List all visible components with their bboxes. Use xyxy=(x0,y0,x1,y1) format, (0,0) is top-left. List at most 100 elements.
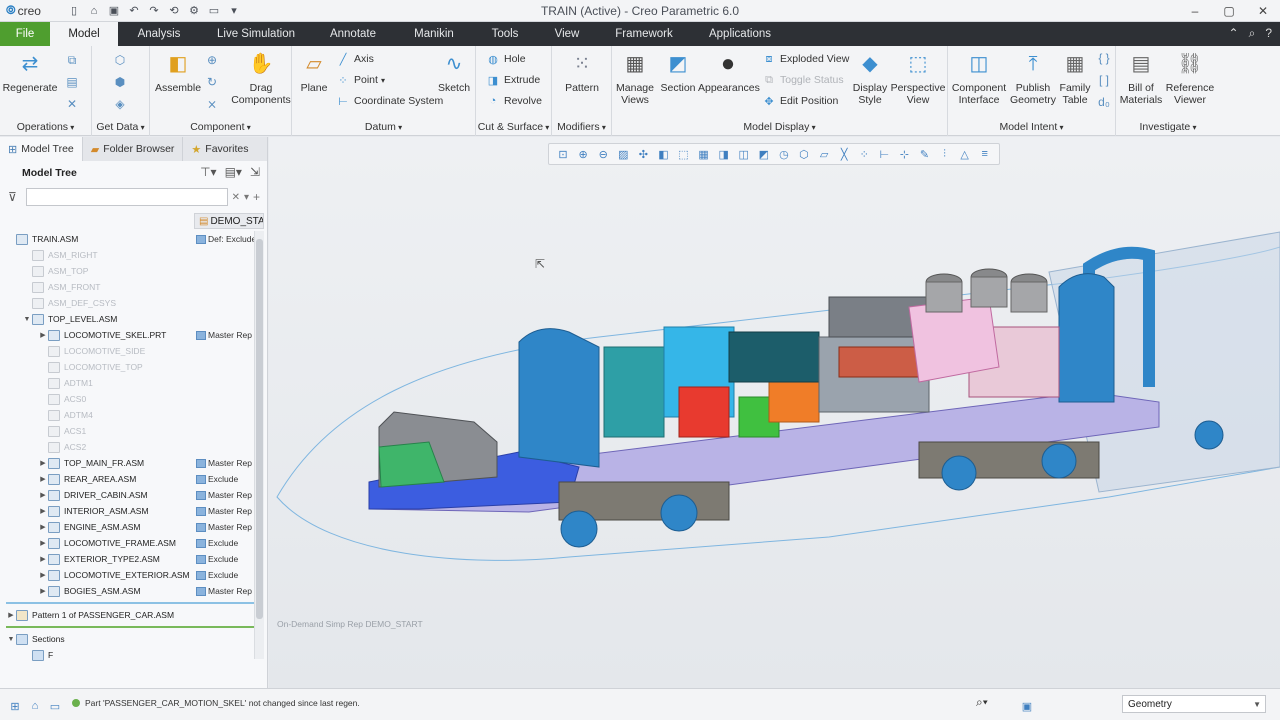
redo-icon[interactable]: ↷ xyxy=(146,3,162,19)
section-button[interactable]: ◩ Section xyxy=(656,50,700,94)
point-dropdown-icon[interactable]: ▾ xyxy=(381,76,385,85)
tree-column-header[interactable]: ▤DEMO_START xyxy=(194,213,264,229)
selected-items-icon[interactable]: ▣ xyxy=(1020,699,1034,713)
drag-components-button[interactable]: ✋ Drag Components xyxy=(230,50,292,106)
expand-toggle-icon[interactable]: ▶ xyxy=(38,507,48,515)
settings-quick-icon[interactable]: ⚙ xyxy=(186,3,202,19)
open-folder-icon[interactable]: ⌂ xyxy=(86,3,102,19)
tree-item-rep-status[interactable]: Master Rep xyxy=(196,586,252,596)
tree-search-input[interactable] xyxy=(25,188,228,206)
undo-icon[interactable]: ↶ xyxy=(126,3,142,19)
tree-item[interactable]: ASM_FRONT xyxy=(0,279,264,295)
new-file-icon[interactable]: ▯ xyxy=(66,3,82,19)
refit-icon[interactable]: ⊡ xyxy=(555,146,571,162)
tab-tools[interactable]: Tools xyxy=(474,22,536,46)
pattern-button[interactable]: ⁙ Pattern xyxy=(554,50,610,94)
copy-icon[interactable]: ⧉ xyxy=(64,52,80,68)
extrude-button[interactable]: ◨ Extrude xyxy=(486,71,540,89)
sketch-button[interactable]: ∿ Sketch xyxy=(432,50,476,94)
display-style-button[interactable]: ◆ Display Style xyxy=(848,50,892,106)
revolve-button[interactable]: ◔ Revolve xyxy=(486,92,542,110)
tree-scrollbar-thumb[interactable] xyxy=(256,239,263,619)
tree-item[interactable]: ▶ TOP_MAIN_FR.ASM Master Rep xyxy=(0,455,264,471)
tab-live-simulation[interactable]: Live Simulation xyxy=(200,22,312,46)
relations-icon[interactable]: { } xyxy=(1096,50,1112,66)
tab-favorites[interactable]: ★ Favorites xyxy=(183,137,268,161)
repeat-component-icon[interactable]: ↻ xyxy=(204,74,220,90)
tree-item[interactable]: ▶ Pattern 1 of PASSENGER_CAR.ASM xyxy=(0,607,264,623)
mirror-component-icon[interactable]: ⨯ xyxy=(204,96,220,112)
tree-item[interactable]: ACS1 xyxy=(0,423,264,439)
tree-item[interactable]: ▶ DRIVER_CABIN.ASM Master Rep xyxy=(0,487,264,503)
model-display-group-label[interactable]: Model Display xyxy=(612,121,947,133)
window-icon[interactable]: ▭ xyxy=(206,3,222,19)
simulation-icon[interactable]: ⫶ xyxy=(937,146,953,162)
tree-item[interactable]: ASM_DEF_CSYS xyxy=(0,295,264,311)
section-toggle-icon[interactable]: ◩ xyxy=(756,146,772,162)
tab-folder-browser[interactable]: ▰ Folder Browser xyxy=(82,137,184,161)
tree-item[interactable]: LOCOMOTIVE_TOP xyxy=(0,359,264,375)
tab-model-tree[interactable]: ⊞ Model Tree xyxy=(0,137,83,161)
search-options-icon[interactable]: ▾ xyxy=(244,192,249,203)
create-component-icon[interactable]: ⊕ xyxy=(204,52,220,68)
tree-filters-icon[interactable]: ⊤▾ xyxy=(200,165,216,179)
expand-toggle-icon[interactable]: ▶ xyxy=(38,523,48,531)
expand-toggle-icon[interactable]: ▼ xyxy=(22,316,32,323)
regenerate-button[interactable]: ⇄ Regenerate xyxy=(2,50,58,94)
axis-button[interactable]: ╱ Axis xyxy=(336,50,374,68)
find-binoculars-icon[interactable]: ⌕▾ xyxy=(976,695,988,710)
zoom-in-icon[interactable]: ⊕ xyxy=(575,146,591,162)
tree-item-rep-status[interactable]: Master Rep xyxy=(196,458,252,468)
zoom-out-icon[interactable]: ⊖ xyxy=(595,146,611,162)
appearance-icon[interactable]: ◫ xyxy=(736,146,752,162)
tree-item-rep-status[interactable]: Master Rep xyxy=(196,506,252,516)
datum-display-icon[interactable]: ◷ xyxy=(776,146,792,162)
tree-item-rep-status[interactable]: Master Rep xyxy=(196,490,252,500)
point-display-icon[interactable]: ⁘ xyxy=(856,146,872,162)
expand-toggle-icon[interactable]: ▶ xyxy=(38,475,48,483)
tree-item-rep-status[interactable]: Master Rep xyxy=(196,330,252,340)
add-filter-icon[interactable]: + xyxy=(253,190,260,204)
expand-toggle-icon[interactable]: ▶ xyxy=(38,459,48,467)
tree-item-rep-status[interactable]: Exclude xyxy=(196,474,238,484)
tree-item[interactable]: F xyxy=(0,647,264,663)
coordinate-system-button[interactable]: ⊢ Coordinate System xyxy=(336,92,443,110)
spin-center-icon[interactable]: ✣ xyxy=(635,146,651,162)
show-navigator-icon[interactable]: ⊞ xyxy=(8,699,22,713)
expand-toggle-icon[interactable]: ▶ xyxy=(38,539,48,547)
modifiers-group-label[interactable]: Modifiers xyxy=(552,121,611,133)
tree-item[interactable]: ▶ LOCOMOTIVE_FRAME.ASM Exclude xyxy=(0,535,264,551)
repaint-icon[interactable]: ▨ xyxy=(615,146,631,162)
expand-toggle-icon[interactable]: ▶ xyxy=(38,587,48,595)
tree-item[interactable]: ▶ LOCOMOTIVE_SKEL.PRT Master Rep xyxy=(0,327,264,343)
datum-group-label[interactable]: Datum xyxy=(292,121,475,133)
collapse-ribbon-icon[interactable]: ⌃ xyxy=(1229,26,1239,41)
expand-toggle-icon[interactable]: ▶ xyxy=(6,611,16,619)
perspective-view-button[interactable]: ⬚ Perspective View xyxy=(890,50,946,106)
expand-toggle-icon[interactable]: ▶ xyxy=(38,571,48,579)
expand-toggle-icon[interactable]: ▶ xyxy=(38,331,48,339)
family-table-button[interactable]: ▦ Family Table xyxy=(1052,50,1098,106)
parameters-icon[interactable]: [ ] xyxy=(1096,72,1112,88)
tree-item-rep-status[interactable]: Exclude xyxy=(196,554,238,564)
saved-orientations-icon[interactable]: ⬚ xyxy=(676,146,692,162)
tree-item[interactable]: ▶ EXTERIOR_TYPE2.ASM Exclude xyxy=(0,551,264,567)
reference-viewer-button[interactable]: ⛓ Reference Viewer xyxy=(1164,50,1216,106)
annotate-icon[interactable]: ≡ xyxy=(977,146,993,162)
tree-item[interactable]: ACS0 xyxy=(0,391,264,407)
plane-button[interactable]: ▱ Plane xyxy=(292,50,336,94)
tab-analysis[interactable]: Analysis xyxy=(118,22,200,46)
tree-item[interactable]: LOCOMOTIVE_SIDE xyxy=(0,343,264,359)
tab-annotate[interactable]: Annotate xyxy=(312,22,394,46)
tree-item[interactable]: ADTM4 xyxy=(0,407,264,423)
perspective-icon[interactable]: ◨ xyxy=(716,146,732,162)
tree-item-rep-status[interactable]: Exclude xyxy=(196,570,238,580)
tree-item[interactable]: ▶ LOCOMOTIVE_EXTERIOR.ASM Exclude xyxy=(0,567,264,583)
customize-quick-access-icon[interactable]: ▾ xyxy=(226,3,242,19)
tree-item[interactable]: ACS2 xyxy=(0,439,264,455)
graphics-window[interactable]: ⊡ ⊕ ⊖ ▨ ✣ ◧ ⬚ ▦ ◨ ◫ ◩ ◷ ⬡ ▱ ╳ ⁘ ⊢ ⊹ ✎ ⫶ … xyxy=(269,137,1280,688)
tree-item[interactable]: ▶ REAR_AREA.ASM Exclude xyxy=(0,471,264,487)
save-icon[interactable]: ▣ xyxy=(106,3,122,19)
clear-search-icon[interactable]: ✕ xyxy=(232,192,240,203)
regenerate-quick-icon[interactable]: ⟲ xyxy=(166,3,182,19)
